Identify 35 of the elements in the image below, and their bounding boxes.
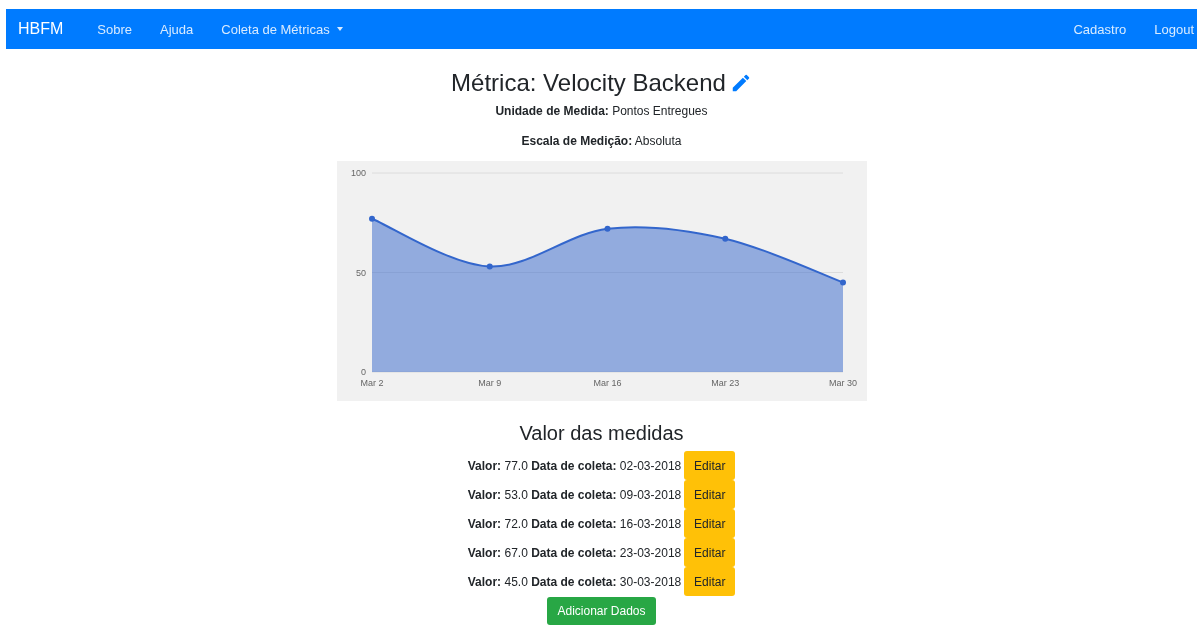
edit-button[interactable]: Editar: [684, 567, 736, 596]
nav-link[interactable]: Cadastro: [1059, 21, 1141, 37]
data-point: [604, 225, 610, 232]
measure-text: Valor: 45.0 Data de coleta: 30-03-2018: [467, 574, 682, 589]
add-data-button[interactable]: Adicionar Dados: [547, 597, 656, 625]
nav-link[interactable]: Ajuda: [146, 21, 208, 37]
metric-title: Métrica: Velocity Backend: [451, 68, 726, 97]
measure-text: Valor: 67.0 Data de coleta: 23-03-2018: [467, 545, 682, 560]
unit-text: Unidade de Medida: Pontos Entregues: [495, 103, 708, 119]
y-tick-label: 0: [360, 367, 366, 377]
scale-text: Escala de Medição: Absoluta: [521, 133, 682, 149]
data-point: [721, 235, 728, 242]
y-tick-label: 50: [355, 267, 366, 278]
nav-link[interactable]: Sobre: [83, 21, 147, 37]
measure-text: Valor: 77.0 Data de coleta: 02-03-2018: [467, 458, 682, 473]
x-tick-label: Mar 23: [710, 378, 739, 388]
y-tick-label: 100: [350, 168, 366, 178]
nav-link[interactable]: Coleta de Métricas: [207, 21, 357, 37]
x-tick-label: Mar 16: [593, 378, 621, 388]
edit-button[interactable]: Editar: [684, 480, 736, 509]
edit-button[interactable]: Editar: [684, 509, 736, 538]
caret-icon: [336, 27, 343, 31]
section-heading: Valor das medidas: [519, 421, 684, 445]
data-point: [486, 263, 493, 270]
edit-button[interactable]: Editar: [684, 451, 736, 480]
x-tick-label: Mar 9: [477, 378, 501, 388]
measure-text: Valor: 72.0 Data de coleta: 16-03-2018: [467, 516, 682, 531]
nav-link[interactable]: Logout: [1140, 21, 1197, 37]
data-point: [368, 215, 375, 222]
measure-text: Valor: 53.0 Data de coleta: 09-03-2018: [467, 487, 682, 502]
x-tick-label: Mar 30: [828, 378, 857, 388]
data-point: [839, 279, 846, 286]
brand-link[interactable]: HBFM: [18, 20, 64, 38]
edit-button[interactable]: Editar: [684, 538, 736, 567]
x-tick-label: Mar 2: [360, 378, 383, 388]
